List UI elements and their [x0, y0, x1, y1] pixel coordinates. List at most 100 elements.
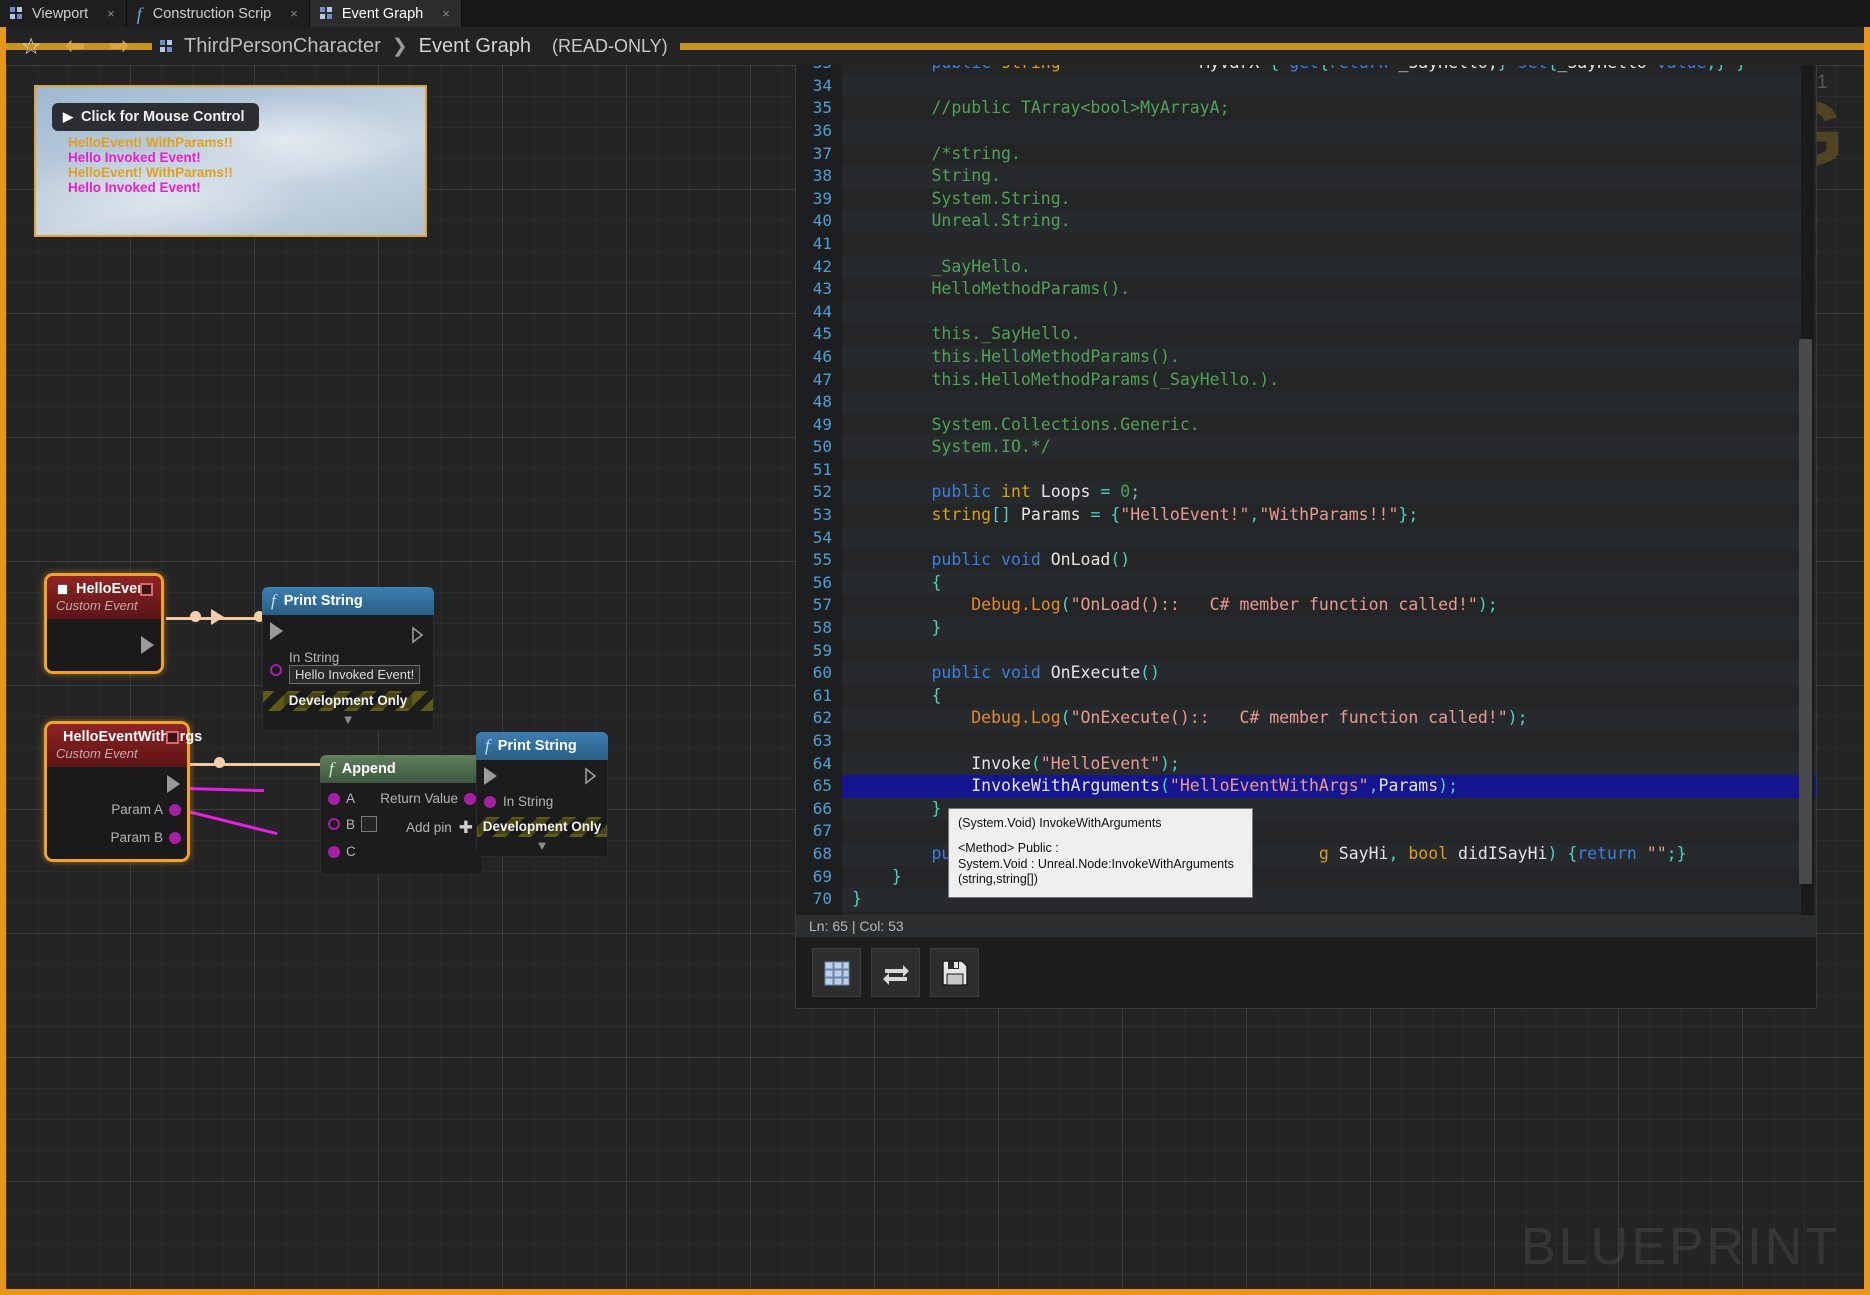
in-string-pin[interactable]: [270, 664, 282, 676]
code-line-text[interactable]: System.String.: [842, 188, 1816, 211]
input-c-pin[interactable]: [328, 846, 340, 858]
code-line[interactable]: 37 /*string.: [796, 143, 1816, 166]
code-line-text[interactable]: _SayHello.: [842, 256, 1816, 279]
code-line[interactable]: 62 Debug.Log("OnExecute():: C# member fu…: [796, 707, 1816, 730]
exec-out-pin[interactable]: [141, 636, 154, 654]
expand-node-toggle[interactable]: ▼: [263, 711, 433, 730]
node-hello-event[interactable]: HelloEvent Custom Event: [44, 573, 164, 674]
code-line-text[interactable]: {: [842, 685, 1816, 708]
code-line[interactable]: 38 String.: [796, 165, 1816, 188]
delegate-pin-icon[interactable]: [166, 731, 179, 744]
code-line-text[interactable]: [842, 233, 1816, 256]
param-a-pin[interactable]: [169, 804, 181, 816]
code-line-text[interactable]: string[] Params = {"HelloEvent!","WithPa…: [842, 504, 1816, 527]
code-line[interactable]: 39 System.String.: [796, 188, 1816, 211]
code-line[interactable]: 43 HelloMethodParams().: [796, 278, 1816, 301]
code-line[interactable]: 59: [796, 640, 1816, 663]
node-print-string-2[interactable]: f Print String In String Development Onl…: [476, 732, 608, 857]
code-line[interactable]: 56 {: [796, 572, 1816, 595]
code-line-text[interactable]: Debug.Log("OnExecute():: C# member funct…: [842, 707, 1816, 730]
code-line[interactable]: 44: [796, 301, 1816, 324]
code-line[interactable]: 61 {: [796, 685, 1816, 708]
code-line-text[interactable]: public void OnExecute(): [842, 662, 1816, 685]
breadcrumb-root[interactable]: ThirdPersonCharacter: [184, 35, 381, 58]
code-line[interactable]: 42 _SayHello.: [796, 256, 1816, 279]
forward-button[interactable]: ➡: [102, 29, 136, 63]
code-line[interactable]: 33 public string MyVarX { get{return _Sa…: [796, 65, 1816, 75]
code-line[interactable]: 48: [796, 391, 1816, 414]
code-line-text[interactable]: [842, 75, 1816, 98]
code-line[interactable]: 51: [796, 459, 1816, 482]
code-line-text[interactable]: [842, 640, 1816, 663]
code-line[interactable]: 35 //public TArray<bool>MyArrayA;: [796, 97, 1816, 120]
build-button[interactable]: [812, 948, 861, 997]
code-line[interactable]: 65 InvokeWithArguments("HelloEventWithAr…: [796, 775, 1816, 798]
code-line-text[interactable]: //public TArray<bool>MyArrayA;: [842, 97, 1816, 120]
code-line-text[interactable]: [842, 459, 1816, 482]
event-graph-canvas[interactable]: Zoom 1:1 G BLUEPRINT ▶ Click for Mouse C…: [6, 65, 1864, 1289]
code-editor-panel[interactable]: 31 public Delegate MyVarR { get; set;}32…: [795, 65, 1817, 1009]
code-line[interactable]: 36: [796, 120, 1816, 143]
breadcrumb-leaf[interactable]: Event Graph: [419, 35, 531, 58]
code-line[interactable]: 53 string[] Params = {"HelloEvent!","Wit…: [796, 504, 1816, 527]
code-line-text[interactable]: public void OnLoad(): [842, 549, 1816, 572]
code-scrollbar-thumb[interactable]: [1799, 339, 1812, 884]
code-line-text[interactable]: [842, 120, 1816, 143]
code-line-text[interactable]: [842, 301, 1816, 324]
back-button[interactable]: ⬅: [58, 29, 92, 63]
param-b-pin[interactable]: [169, 832, 181, 844]
code-line-text[interactable]: Debug.Log("OnLoad():: C# member function…: [842, 594, 1816, 617]
tab-viewport[interactable]: Viewport ×: [0, 0, 127, 27]
close-icon[interactable]: ×: [107, 6, 115, 21]
code-line[interactable]: 40 Unreal.String.: [796, 210, 1816, 233]
refresh-button[interactable]: [871, 948, 920, 997]
code-line[interactable]: 64 Invoke("HelloEvent");: [796, 753, 1816, 776]
delegate-pin-icon[interactable]: [140, 583, 153, 596]
code-line-text[interactable]: }: [842, 617, 1816, 640]
code-line-text[interactable]: Invoke("HelloEvent");: [842, 753, 1816, 776]
exec-in-pin[interactable]: [270, 622, 283, 640]
code-line-text[interactable]: public string MyVarX { get{return _SayHe…: [842, 65, 1816, 75]
exec-out-pin[interactable]: [167, 775, 180, 793]
exec-in-pin[interactable]: [484, 767, 497, 785]
code-line-text[interactable]: [842, 730, 1816, 753]
code-line[interactable]: 41: [796, 233, 1816, 256]
input-b-pin[interactable]: [328, 818, 340, 830]
code-line-text[interactable]: [842, 527, 1816, 550]
code-line[interactable]: 55 public void OnLoad(): [796, 549, 1816, 572]
code-line-text[interactable]: {: [842, 572, 1816, 595]
plus-icon[interactable]: ✚: [459, 819, 473, 836]
code-line-text[interactable]: HelloMethodParams().: [842, 278, 1816, 301]
code-line[interactable]: 50 System.IO.*/: [796, 436, 1816, 459]
code-line[interactable]: 60 public void OnExecute(): [796, 662, 1816, 685]
close-icon[interactable]: ×: [442, 6, 450, 21]
return-value-pin[interactable]: [464, 793, 476, 805]
code-line[interactable]: 47 this.HelloMethodParams(_SayHello.).: [796, 369, 1816, 392]
tab-construction-script[interactable]: f Construction Scrip ×: [127, 0, 310, 27]
code-line[interactable]: 34: [796, 75, 1816, 98]
code-line[interactable]: 54: [796, 527, 1816, 550]
code-line[interactable]: 58 }: [796, 617, 1816, 640]
code-scrollbar-track[interactable]: [1801, 65, 1814, 937]
code-line-text[interactable]: InvokeWithArguments("HelloEventWithArgs"…: [842, 775, 1816, 798]
input-a-pin[interactable]: [328, 793, 340, 805]
code-line-text[interactable]: String.: [842, 165, 1816, 188]
code-line-text[interactable]: this.HelloMethodParams(_SayHello.).: [842, 369, 1816, 392]
code-line-text[interactable]: this._SayHello.: [842, 323, 1816, 346]
code-line-text[interactable]: Unreal.String.: [842, 210, 1816, 233]
code-line[interactable]: 46 this.HelloMethodParams().: [796, 346, 1816, 369]
click-for-mouse-control-button[interactable]: ▶ Click for Mouse Control: [52, 103, 259, 131]
code-line-text[interactable]: this.HelloMethodParams().: [842, 346, 1816, 369]
close-icon[interactable]: ×: [290, 6, 298, 21]
code-line[interactable]: 49 System.Collections.Generic.: [796, 414, 1816, 437]
node-hello-event-with-args[interactable]: HelloEventWithArgs Custom Event Param A …: [44, 721, 190, 862]
code-line-text[interactable]: [842, 391, 1816, 414]
input-b-value[interactable]: [361, 816, 377, 832]
code-line-text[interactable]: System.IO.*/: [842, 436, 1816, 459]
favorite-button[interactable]: ☆: [14, 29, 48, 63]
code-line[interactable]: 52 public int Loops = 0;: [796, 481, 1816, 504]
code-line[interactable]: 63: [796, 730, 1816, 753]
expand-node-toggle[interactable]: ▼: [477, 837, 607, 856]
node-print-string-1[interactable]: f Print String In String Hello Invoked E…: [262, 587, 434, 731]
node-append[interactable]: f Append A B C Return Value: [320, 755, 483, 875]
